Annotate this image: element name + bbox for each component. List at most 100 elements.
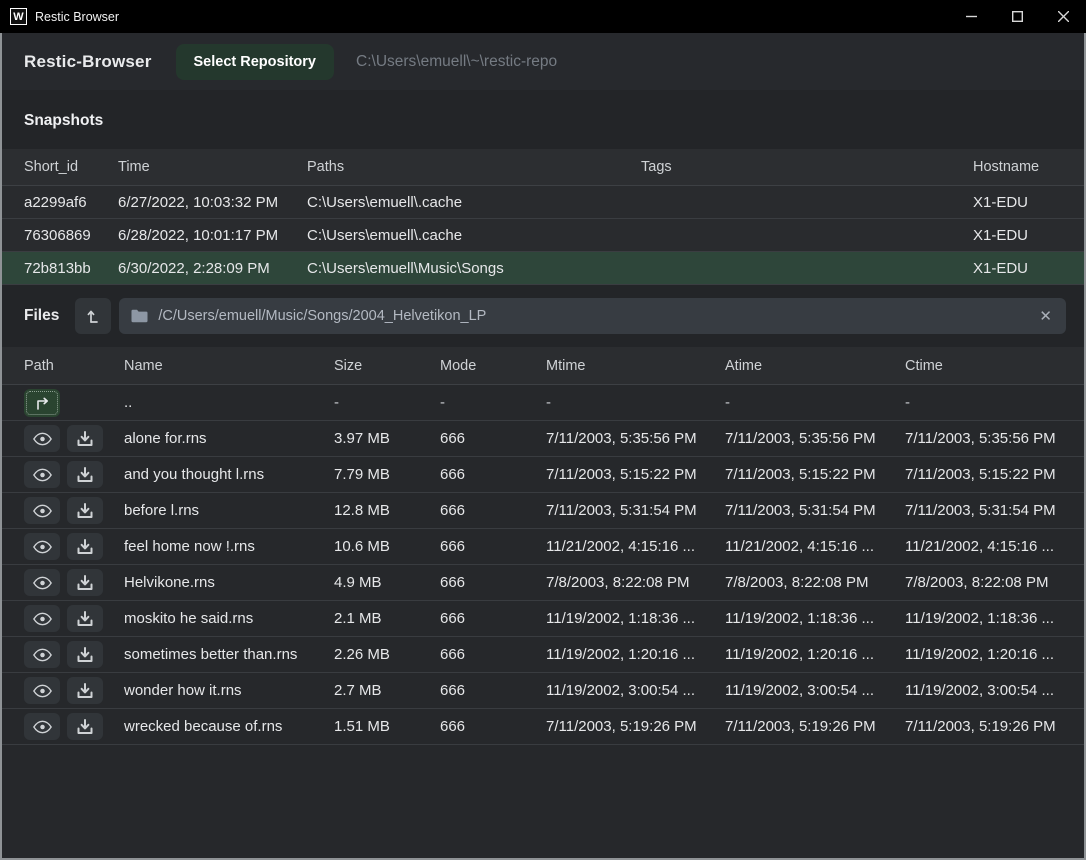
file-ctime: 7/11/2003, 5:19:26 PM <box>905 718 1068 735</box>
parent-row-size: - <box>334 394 440 411</box>
file-row: moskito he said.rns 2.1 MB 666 11/19/200… <box>2 601 1084 637</box>
file-atime: 11/19/2002, 1:18:36 ... <box>725 610 905 627</box>
file-mode: 666 <box>440 430 546 447</box>
files-col-path: Path <box>24 358 124 374</box>
file-ctime: 7/11/2003, 5:35:56 PM <box>905 430 1068 447</box>
file-atime: 7/11/2003, 5:35:56 PM <box>725 430 905 447</box>
download-file-button[interactable] <box>67 605 103 632</box>
file-ctime: 7/11/2003, 5:15:22 PM <box>905 466 1068 483</box>
file-mode: 666 <box>440 610 546 627</box>
snapshot-row[interactable]: 76306869 6/28/2022, 10:01:17 PM C:\Users… <box>2 219 1084 252</box>
snapshot-hostname: X1-EDU <box>973 260 1068 277</box>
window-title: Restic Browser <box>35 10 119 24</box>
download-file-button[interactable] <box>67 713 103 740</box>
download-file-button[interactable] <box>67 461 103 488</box>
parent-row-atime: - <box>725 394 905 411</box>
download-icon <box>77 431 93 447</box>
file-mtime: 7/11/2003, 5:31:54 PM <box>546 502 725 519</box>
file-atime: 7/11/2003, 5:19:26 PM <box>725 718 905 735</box>
file-mtime: 11/19/2002, 1:20:16 ... <box>546 646 725 663</box>
eye-icon <box>33 576 52 590</box>
preview-file-button[interactable] <box>24 605 60 632</box>
download-file-button[interactable] <box>67 533 103 560</box>
file-row: feel home now !.rns 10.6 MB 666 11/21/20… <box>2 529 1084 565</box>
download-file-button[interactable] <box>67 425 103 452</box>
file-mode: 666 <box>440 466 546 483</box>
file-ctime: 11/19/2002, 1:18:36 ... <box>905 610 1068 627</box>
file-size: 4.9 MB <box>334 574 440 591</box>
file-size: 7.79 MB <box>334 466 440 483</box>
download-file-button[interactable] <box>67 677 103 704</box>
go-to-parent-button[interactable] <box>24 389 60 417</box>
minimize-button[interactable] <box>948 0 994 33</box>
preview-file-button[interactable] <box>24 425 60 452</box>
file-row: wonder how it.rns 2.7 MB 666 11/19/2002,… <box>2 673 1084 709</box>
folder-icon <box>131 309 148 323</box>
download-file-button[interactable] <box>67 641 103 668</box>
preview-file-button[interactable] <box>24 569 60 596</box>
files-table-body: alone for.rns 3.97 MB 666 7/11/2003, 5:3… <box>2 421 1084 745</box>
parent-row-mtime: - <box>546 394 725 411</box>
file-mode: 666 <box>440 574 546 591</box>
file-mtime: 7/11/2003, 5:15:22 PM <box>546 466 725 483</box>
file-name: and you thought l.rns <box>124 466 334 483</box>
file-mtime: 11/19/2002, 3:00:54 ... <box>546 682 725 699</box>
preview-file-button[interactable] <box>24 713 60 740</box>
eye-icon <box>33 720 52 734</box>
file-atime: 7/11/2003, 5:15:22 PM <box>725 466 905 483</box>
app-title: Restic-Browser <box>24 52 152 72</box>
file-row: alone for.rns 3.97 MB 666 7/11/2003, 5:3… <box>2 421 1084 457</box>
file-name: moskito he said.rns <box>124 610 334 627</box>
snapshot-paths: C:\Users\emuell\.cache <box>307 227 641 244</box>
close-button[interactable] <box>1040 0 1086 33</box>
file-size: 2.26 MB <box>334 646 440 663</box>
repository-path: C:\Users\emuell\~\restic-repo <box>356 53 557 71</box>
snapshots-col-shortid: Short_id <box>24 159 118 175</box>
files-col-atime: Atime <box>725 358 905 374</box>
file-name: wrecked because of.rns <box>124 718 334 735</box>
file-mtime: 7/8/2003, 8:22:08 PM <box>546 574 725 591</box>
file-mode: 666 <box>440 502 546 519</box>
app-window: W Restic Browser Restic-Browser Select R… <box>0 0 1086 860</box>
go-to-root-button[interactable] <box>75 298 111 334</box>
files-col-size: Size <box>334 358 440 374</box>
file-ctime: 11/21/2002, 4:15:16 ... <box>905 538 1068 555</box>
preview-file-button[interactable] <box>24 497 60 524</box>
download-icon <box>77 467 93 483</box>
eye-icon <box>33 540 52 554</box>
snapshot-row[interactable]: 72b813bb 6/30/2022, 2:28:09 PM C:\Users\… <box>2 252 1084 285</box>
maximize-button[interactable] <box>994 0 1040 33</box>
minimize-icon <box>966 11 977 22</box>
preview-file-button[interactable] <box>24 641 60 668</box>
snapshots-col-hostname: Hostname <box>973 159 1068 175</box>
file-size: 10.6 MB <box>334 538 440 555</box>
file-mtime: 7/11/2003, 5:19:26 PM <box>546 718 725 735</box>
path-input[interactable] <box>158 308 1037 324</box>
file-size: 1.51 MB <box>334 718 440 735</box>
snapshots-col-paths: Paths <box>307 159 641 175</box>
current-path-bar[interactable]: ✕ <box>119 298 1066 334</box>
files-col-mode: Mode <box>440 358 546 374</box>
file-atime: 7/8/2003, 8:22:08 PM <box>725 574 905 591</box>
download-icon <box>77 647 93 663</box>
download-file-button[interactable] <box>67 497 103 524</box>
snapshot-time: 6/30/2022, 2:28:09 PM <box>118 260 307 277</box>
download-icon <box>77 575 93 591</box>
clear-path-button[interactable]: ✕ <box>1037 309 1054 324</box>
download-icon <box>77 539 93 555</box>
download-file-button[interactable] <box>67 569 103 596</box>
files-col-ctime: Ctime <box>905 358 1068 374</box>
snapshot-paths: C:\Users\emuell\Music\Songs <box>307 260 641 277</box>
snapshot-row[interactable]: a2299af6 6/27/2022, 10:03:32 PM C:\Users… <box>2 186 1084 219</box>
file-ctime: 7/8/2003, 8:22:08 PM <box>905 574 1068 591</box>
preview-file-button[interactable] <box>24 533 60 560</box>
select-repository-button[interactable]: Select Repository <box>176 44 335 80</box>
snapshots-heading: Snapshots <box>2 90 1084 149</box>
preview-file-button[interactable] <box>24 461 60 488</box>
preview-file-button[interactable] <box>24 677 60 704</box>
snapshots-col-tags: Tags <box>641 159 973 175</box>
file-name: wonder how it.rns <box>124 682 334 699</box>
app-header: Restic-Browser Select Repository C:\User… <box>2 33 1084 90</box>
files-col-mtime: Mtime <box>546 358 725 374</box>
maximize-icon <box>1012 11 1023 22</box>
